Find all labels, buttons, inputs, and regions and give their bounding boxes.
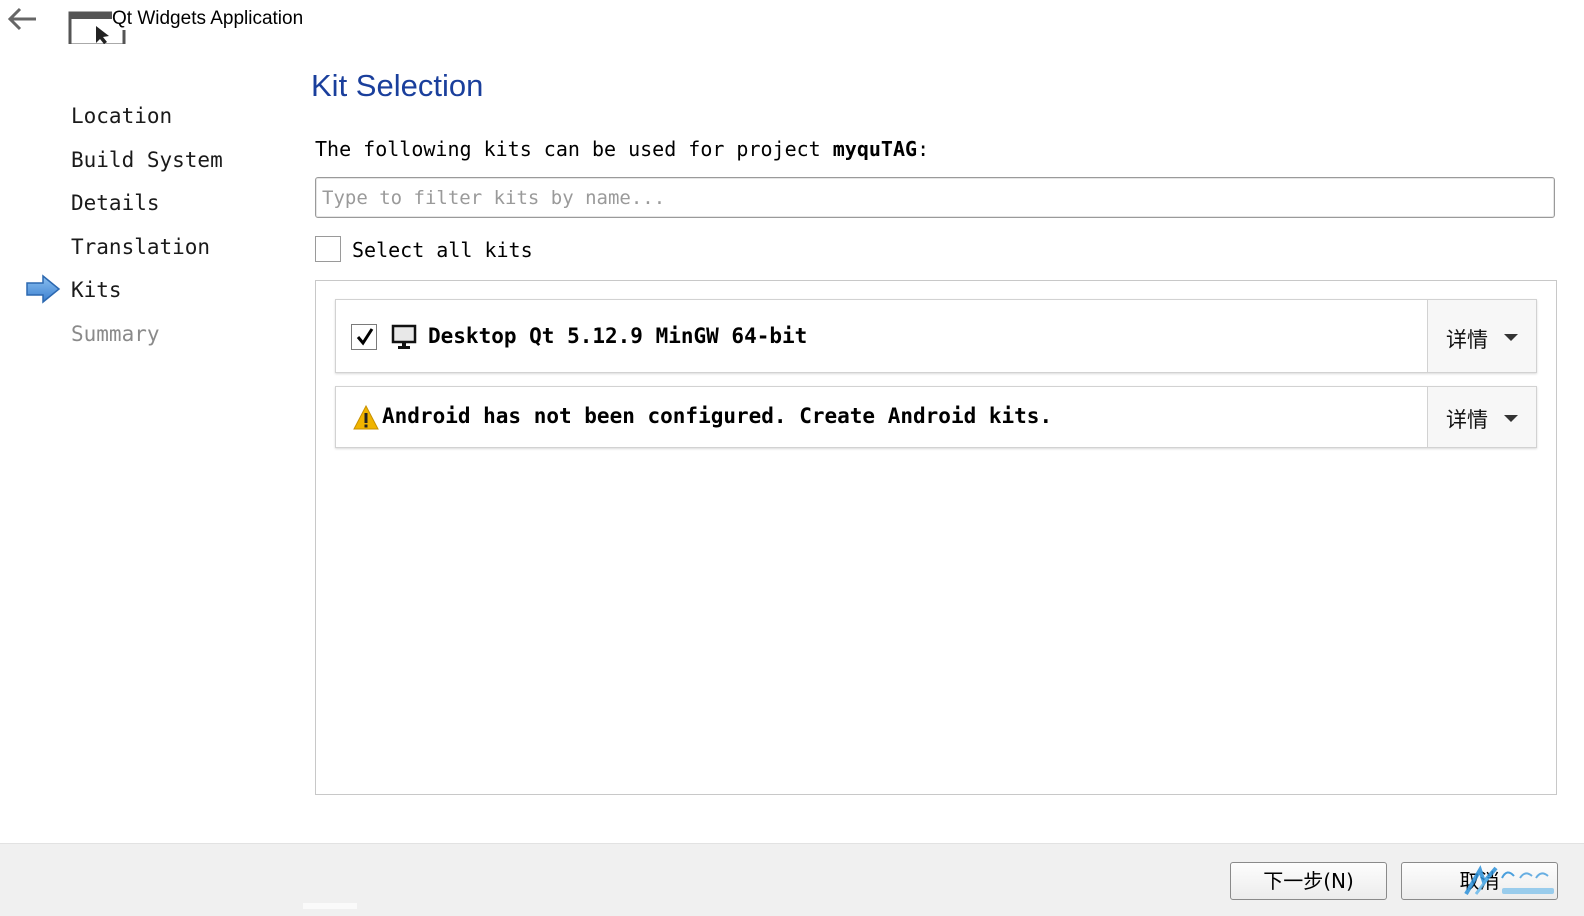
scroll-indicator — [303, 903, 357, 909]
step-build-system: Build System — [71, 148, 223, 172]
intro-suffix: : — [917, 137, 930, 161]
cancel-button[interactable]: 取消 — [1401, 862, 1558, 900]
kit-row-android: Android has not been configured. Create … — [335, 386, 1537, 448]
step-location: Location — [71, 104, 173, 128]
kit-row-desktop: Desktop Qt 5.12.9 MinGW 64-bit 详情 — [335, 299, 1537, 373]
back-arrow-icon[interactable] — [4, 4, 40, 32]
page-title: Kit Selection — [311, 68, 484, 103]
dropdown-caret-icon — [1504, 415, 1518, 422]
monitor-icon — [391, 324, 417, 350]
android-details-button[interactable]: 详情 — [1427, 387, 1536, 447]
title-bar: Qt Widgets Application — [0, 0, 1584, 50]
step-details: Details — [71, 191, 160, 215]
current-step-arrow-icon — [25, 274, 61, 304]
step-translation: Translation — [71, 235, 211, 259]
next-button[interactable]: 下一步(N) — [1230, 862, 1387, 900]
select-all-checkbox[interactable] — [315, 236, 341, 262]
step-summary: Summary — [71, 322, 160, 346]
details-label: 详情 — [1446, 328, 1488, 352]
kit-filter-input[interactable] — [315, 177, 1555, 218]
dropdown-caret-icon — [1504, 334, 1518, 341]
kit-checkbox[interactable] — [351, 324, 377, 350]
window-title: Qt Widgets Application — [112, 8, 308, 30]
kit-name: Desktop Qt 5.12.9 MinGW 64-bit — [428, 324, 808, 348]
details-label: 详情 — [1446, 408, 1488, 432]
warning-icon — [353, 404, 379, 431]
step-kits: Kits — [71, 278, 122, 302]
intro-prefix: The following kits can be used for proje… — [315, 137, 833, 161]
intro-text: The following kits can be used for proje… — [315, 137, 929, 161]
android-warning-text[interactable]: Android has not been configured. Create … — [382, 404, 1052, 428]
kit-details-button[interactable]: 详情 — [1427, 300, 1536, 372]
select-all-label[interactable]: Select all kits — [352, 238, 533, 262]
project-name: myquTAG — [832, 137, 918, 161]
